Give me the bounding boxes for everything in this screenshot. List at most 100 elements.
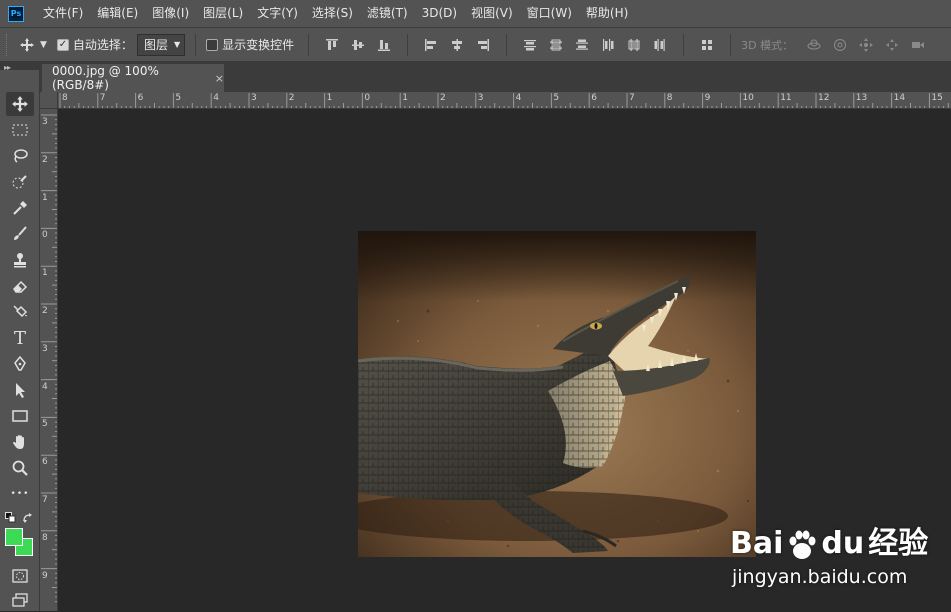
baidu-paw-icon [789, 530, 816, 559]
horizontal-ruler-label: 7 [629, 93, 635, 103]
scale-3d-icon[interactable] [910, 37, 926, 53]
horizontal-ruler-label: 9 [704, 93, 711, 103]
vertical-ruler-label: 9 [42, 570, 48, 581]
foreground-color-swatch[interactable] [5, 528, 23, 546]
ruler-origin[interactable] [40, 92, 58, 109]
distribute-right-icon[interactable] [652, 37, 668, 53]
pan-3d-icon[interactable] [858, 37, 874, 53]
horizontal-ruler-label: 2 [440, 93, 446, 103]
menu-file[interactable]: 文件(F) [36, 0, 90, 27]
lasso-tool[interactable] [6, 144, 34, 168]
paint-bucket-tool[interactable] [6, 300, 34, 324]
default-colors-icon[interactable] [5, 512, 16, 523]
path-selection-tool[interactable] [6, 378, 34, 402]
rectangular-marquee-icon [12, 124, 28, 136]
document-image[interactable] [358, 231, 756, 557]
close-tab-icon[interactable]: × [215, 72, 224, 85]
rectangle-icon [12, 410, 28, 422]
menu-image[interactable]: 图像(I) [145, 0, 196, 27]
tools-panel: T ••• [0, 70, 40, 611]
distribute-top-icon[interactable] [522, 37, 538, 53]
document-tab-bar: 0000.jpg @ 100%(RGB/8#) × [40, 62, 951, 92]
quick-selection-tool[interactable] [6, 170, 34, 194]
menu-edit[interactable]: 编辑(E) [90, 0, 145, 27]
screen-mode-icon [12, 593, 28, 607]
auto-align-layers-icon[interactable] [699, 37, 715, 53]
clone-stamp-tool[interactable] [6, 248, 34, 272]
horizontal-ruler-label: 1 [402, 93, 408, 103]
vertical-ruler-label: 6 [42, 457, 48, 468]
tool-preset-chevron-icon[interactable]: ▼ [40, 40, 47, 50]
move-tool[interactable] [6, 92, 34, 116]
hand-tool[interactable] [6, 430, 34, 454]
vertical-ruler-label: 4 [42, 381, 48, 392]
auto-select-target-value: 图层 [143, 38, 168, 52]
watermark-url: jingyan.baidu.com [732, 566, 908, 588]
menu-type[interactable]: 文字(Y) [250, 0, 305, 27]
zoom-icon [12, 460, 28, 476]
horizontal-ruler-label: 6 [137, 93, 144, 103]
options-grip[interactable] [6, 33, 11, 56]
pen-tool[interactable] [6, 352, 34, 376]
align-left-icon[interactable] [423, 37, 439, 53]
document-tab[interactable]: 0000.jpg @ 100%(RGB/8#) × [42, 64, 224, 92]
watermark-brand-mid: du [821, 526, 865, 561]
horizontal-ruler[interactable]: 8 7 6 5 4 3 2 1 0 1 2 3 4 5 6 7 8 9 10 11 12 13 14 15 [58, 92, 951, 109]
slide-3d-icon[interactable] [884, 37, 900, 53]
distribute-vertical-center-icon[interactable] [548, 37, 564, 53]
marquee-tool[interactable] [6, 118, 34, 142]
divider [308, 33, 310, 56]
menu-select[interactable]: 选择(S) [305, 0, 360, 27]
distribute-left-icon[interactable] [600, 37, 616, 53]
horizontal-ruler-label: 1 [326, 93, 333, 103]
horizontal-ruler-label: 0 [364, 93, 371, 103]
align-right-icon[interactable] [475, 37, 491, 53]
distribute-bottom-icon[interactable] [574, 37, 590, 53]
show-transform-checkbox[interactable] [206, 38, 219, 51]
horizontal-ruler-label: 7 [99, 93, 106, 103]
eraser-tool[interactable] [6, 274, 34, 298]
menu-layer[interactable]: 图层(L) [196, 0, 250, 27]
zoom-tool[interactable] [6, 456, 34, 480]
rectangle-tool[interactable] [6, 404, 34, 428]
swap-colors-icon[interactable] [22, 512, 34, 524]
horizontal-ruler-label: 8 [62, 93, 68, 103]
horizontal-ruler-label: 14 [893, 93, 906, 103]
align-bottom-icon[interactable] [376, 37, 392, 53]
align-top-icon[interactable] [324, 37, 340, 53]
align-horizontal-center-icon[interactable] [449, 37, 465, 53]
divider [195, 33, 197, 56]
vertical-ruler-label: 5 [42, 419, 48, 430]
menu-window[interactable]: 窗口(W) [520, 0, 579, 27]
vertical-ruler[interactable]: 3 2 1 0 1 2 3 4 5 6 7 8 9 [40, 109, 58, 611]
menu-3d[interactable]: 3D(D) [415, 0, 464, 27]
distribute-horizontal-center-icon[interactable] [626, 37, 642, 53]
quick-mask-button[interactable] [6, 564, 34, 588]
lasso-icon [14, 149, 28, 163]
screen-mode-button[interactable] [6, 588, 34, 612]
photoshop-logo: Ps [8, 5, 24, 22]
edit-toolbar-button[interactable]: ••• [6, 482, 34, 506]
orbit-3d-icon[interactable] [806, 37, 822, 53]
chevron-down-icon: ▼ [173, 40, 181, 49]
align-vertical-center-icon[interactable] [350, 37, 366, 53]
vertical-ruler-label: 8 [42, 532, 48, 543]
eraser-icon [13, 280, 28, 293]
horizontal-ruler-label: 8 [666, 93, 673, 103]
horizontal-ruler-label: 4 [515, 93, 522, 103]
auto-select-checkbox[interactable]: ✓ [56, 38, 69, 51]
menu-filter[interactable]: 滤镜(T) [360, 0, 415, 27]
menu-help[interactable]: 帮助(H) [579, 0, 635, 27]
move-tool-icon[interactable] [17, 37, 37, 53]
eyedropper-tool[interactable] [6, 196, 34, 220]
paint-bucket-icon [13, 305, 28, 318]
vertical-ruler-label: 2 [42, 154, 48, 165]
vertical-ruler-label: 0 [42, 230, 48, 241]
roll-3d-icon[interactable] [832, 37, 848, 53]
type-tool[interactable]: T [6, 326, 34, 350]
menu-view[interactable]: 视图(V) [464, 0, 520, 27]
horizontal-ruler-label: 6 [591, 93, 597, 103]
auto-select-target-dropdown[interactable]: 图层 ▼ [136, 33, 186, 56]
divider [407, 33, 409, 56]
brush-tool[interactable] [6, 222, 34, 246]
